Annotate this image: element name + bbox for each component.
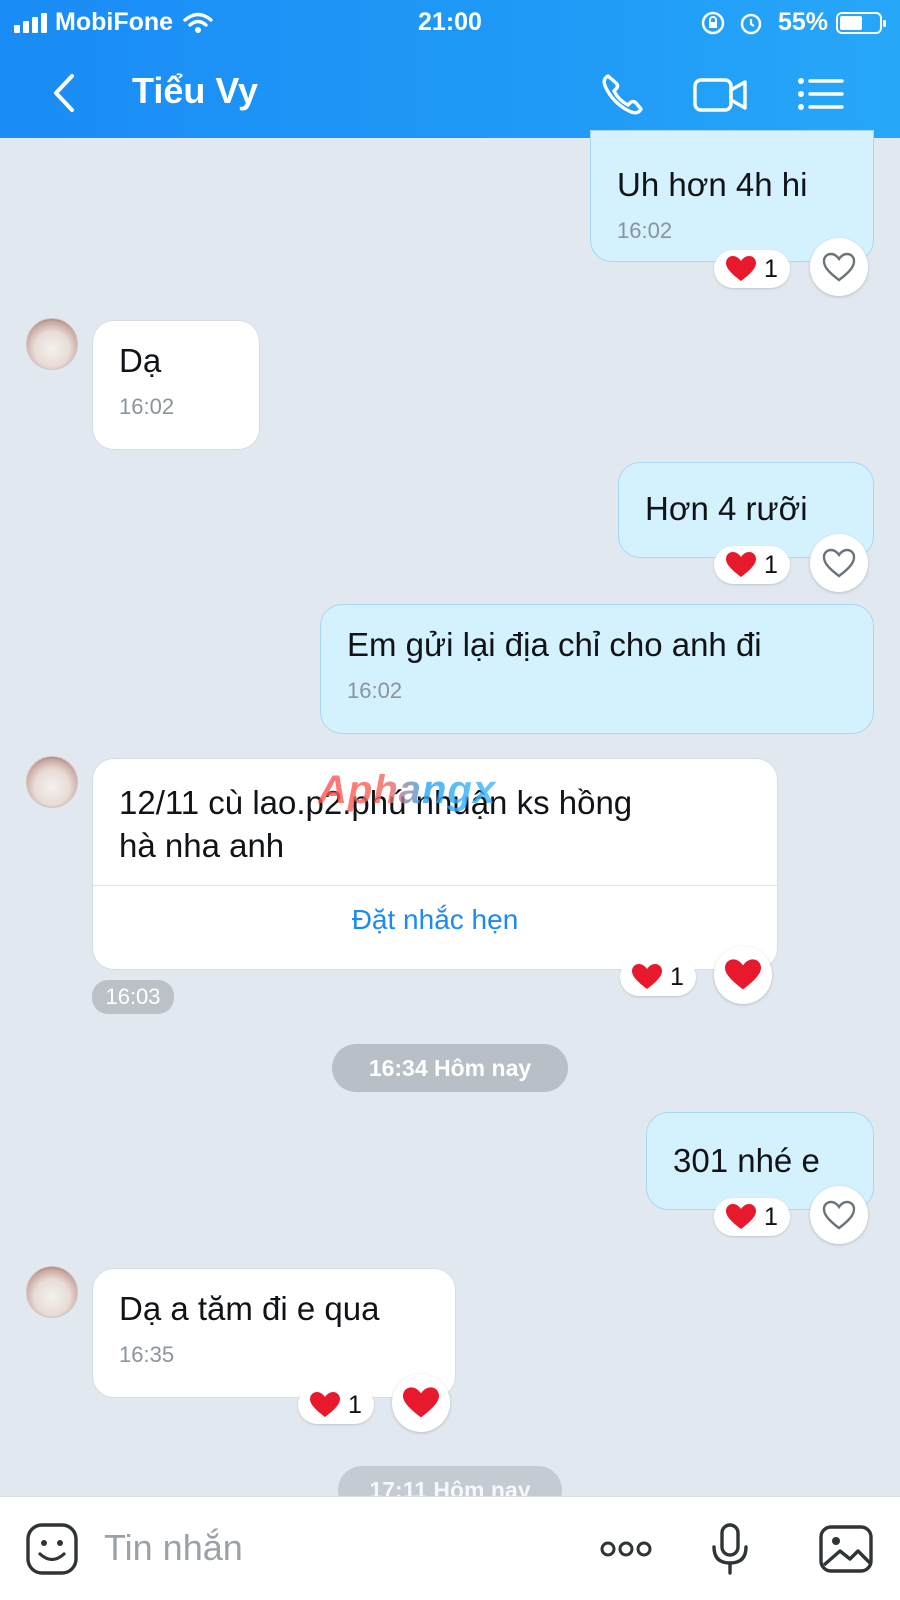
reaction-summary[interactable]: 1 <box>714 1198 790 1236</box>
set-reminder-button[interactable]: Đặt nhắc hẹn <box>93 886 777 956</box>
contact-avatar[interactable] <box>26 318 78 370</box>
reaction-count: 1 <box>670 962 684 991</box>
message-time-chip: 16:03 <box>92 980 174 1014</box>
contact-avatar[interactable] <box>26 756 78 808</box>
message-bubble-outgoing[interactable]: Em gửi lại địa chỉ cho anh đi 16:02 <box>320 604 874 734</box>
contact-avatar[interactable] <box>26 1266 78 1318</box>
message-bubble-incoming[interactable]: Dạ a tăm đi e qua 16:35 <box>92 1268 456 1398</box>
heart-icon <box>632 964 662 989</box>
battery-icon <box>836 11 886 34</box>
react-button[interactable] <box>810 238 868 296</box>
message-composer: Tin nhắn <box>0 1496 900 1600</box>
heart-outline-icon <box>822 548 856 578</box>
menu-icon[interactable] <box>790 66 850 122</box>
message-text: Em gửi lại địa chỉ cho anh đi <box>347 626 762 663</box>
reaction-count: 1 <box>348 1390 362 1419</box>
heart-icon <box>726 1204 756 1229</box>
heart-icon <box>726 256 756 281</box>
heart-icon <box>725 959 761 990</box>
watermark-text: Aphangx <box>318 768 497 812</box>
more-options-icon[interactable] <box>596 1521 656 1577</box>
message-bubble-incoming[interactable]: Dạ 16:02 <box>92 320 260 450</box>
rotation-lock-icon <box>701 11 725 34</box>
message-input[interactable]: Tin nhắn <box>104 1527 243 1569</box>
react-button[interactable] <box>810 534 868 592</box>
video-call-icon[interactable] <box>690 66 750 122</box>
heart-icon <box>403 1387 439 1418</box>
heart-icon <box>310 1392 340 1417</box>
message-text: Dạ a tăm đi e qua <box>119 1290 380 1327</box>
contact-name[interactable]: Tiểu Vy <box>132 70 258 112</box>
message-text: Dạ <box>119 342 162 379</box>
reaction-count: 1 <box>764 550 778 579</box>
react-button[interactable] <box>810 1186 868 1244</box>
message-text: Hơn 4 rưỡi <box>645 490 808 527</box>
message-text: Uh hơn 4h hi <box>617 166 808 203</box>
back-icon[interactable] <box>44 68 84 118</box>
image-icon[interactable] <box>816 1521 876 1577</box>
top-bar: MobiFone 21:00 55% Tiểu Vy <box>0 0 900 138</box>
chat-header: Tiểu Vy <box>0 52 900 132</box>
status-bar: MobiFone 21:00 55% <box>0 0 900 44</box>
reaction-summary[interactable]: 1 <box>298 1386 374 1424</box>
battery-percent: 55% <box>777 8 828 36</box>
message-time: 16:35 <box>119 1342 175 1367</box>
heart-icon <box>726 552 756 577</box>
message-text: 301 nhé e <box>673 1142 820 1179</box>
microphone-icon[interactable] <box>700 1521 760 1577</box>
message-time: 16:02 <box>119 394 175 419</box>
reaction-count: 1 <box>764 254 778 283</box>
alarm-icon <box>740 13 762 34</box>
heart-outline-icon <box>822 252 856 282</box>
react-button[interactable] <box>714 946 772 1004</box>
reaction-summary[interactable]: 1 <box>714 250 790 288</box>
reaction-summary[interactable]: 1 <box>714 546 790 584</box>
heart-outline-icon <box>822 1200 856 1230</box>
emoji-icon[interactable] <box>22 1521 82 1577</box>
message-time: 16:02 <box>347 678 403 703</box>
message-time: 16:02 <box>617 218 673 243</box>
react-button[interactable] <box>392 1374 450 1432</box>
date-separator: 16:34 Hôm nay <box>332 1044 568 1092</box>
phone-call-icon[interactable] <box>594 66 654 122</box>
message-text-line: hà nha anh <box>119 827 285 864</box>
reaction-count: 1 <box>764 1202 778 1231</box>
reaction-summary[interactable]: 1 <box>620 958 696 996</box>
